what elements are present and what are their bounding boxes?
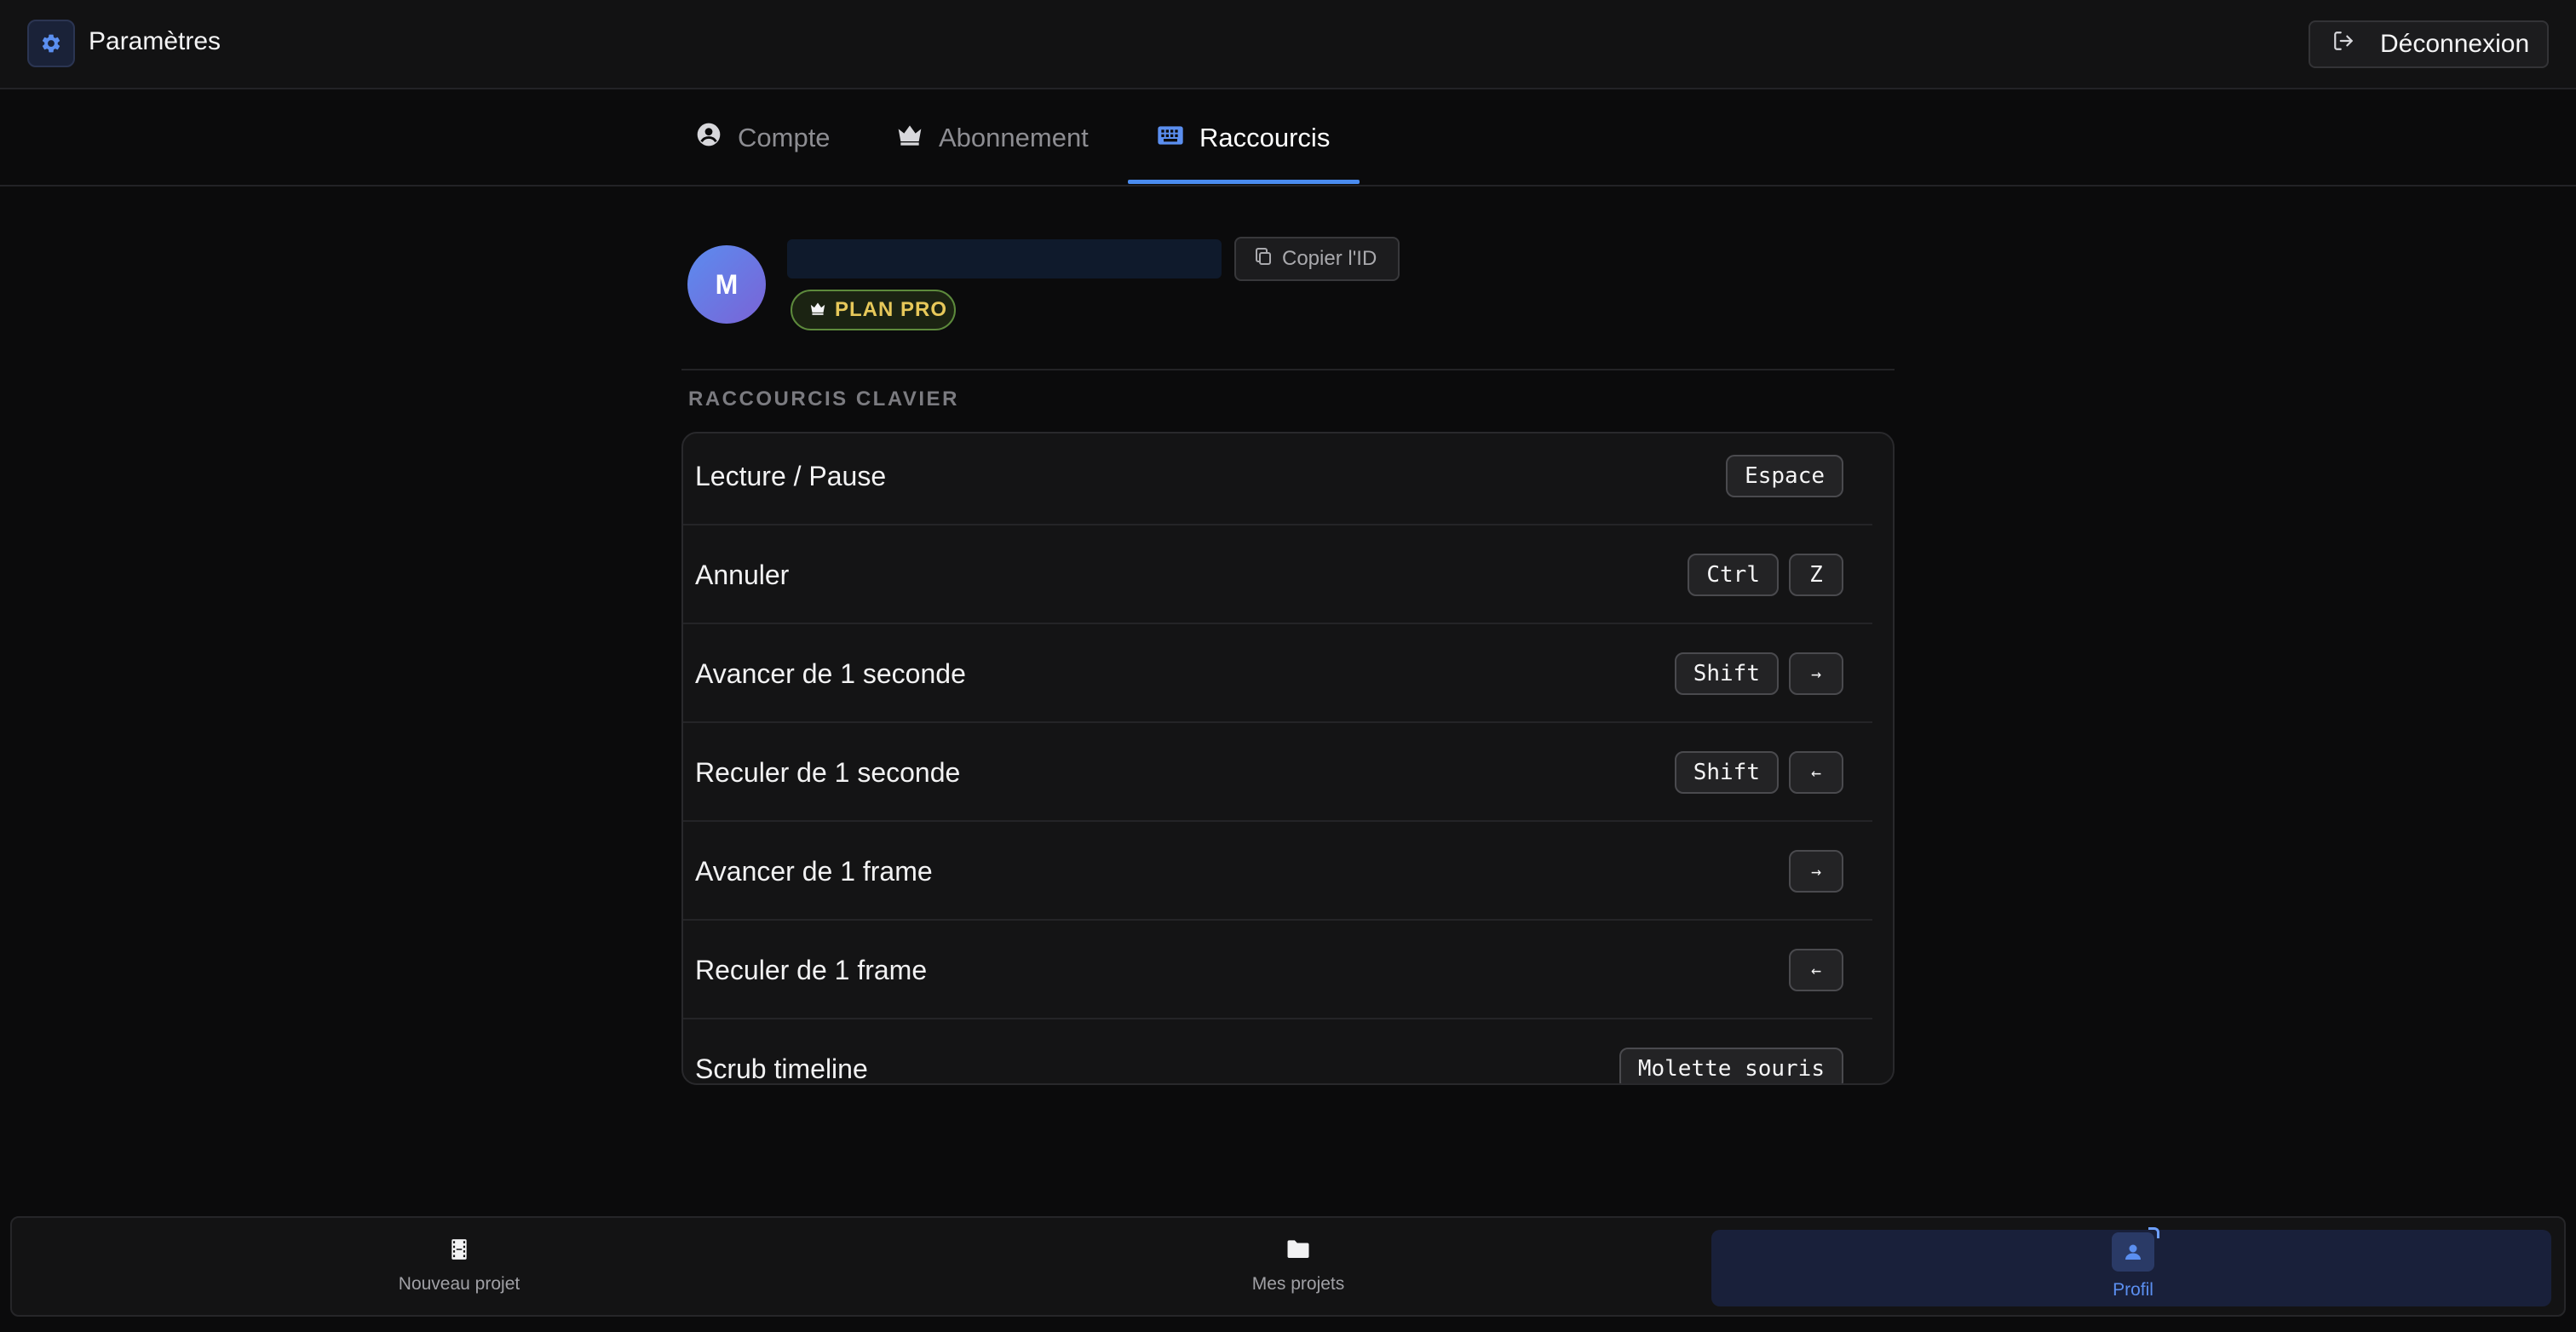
logout-button[interactable]: Déconnexion	[2309, 20, 2549, 68]
logout-icon	[2332, 30, 2355, 59]
bottom-nav: Nouveau projet Mes projets Profil	[10, 1216, 2566, 1317]
crown-icon	[896, 122, 923, 154]
tab-abonnement[interactable]: Abonnement	[896, 89, 1089, 187]
user-circle-icon	[695, 121, 722, 155]
key-badge: Shift	[1674, 652, 1779, 695]
plan-badge: PLAN PRO	[791, 290, 956, 330]
key-badge: ←	[1789, 751, 1843, 794]
shortcut-row: Reculer de 1 frame ←	[683, 921, 1872, 1019]
shortcut-row: Lecture / Pause Espace	[683, 433, 1872, 525]
key-badge: Z	[1789, 554, 1843, 596]
shortcut-row: Reculer de 1 seconde Shift ←	[683, 723, 1872, 822]
user-icon	[2112, 1227, 2159, 1272]
shortcut-label: Annuler	[695, 559, 790, 590]
shortcut-row: Avancer de 1 frame →	[683, 822, 1872, 921]
key-badge: Shift	[1674, 751, 1779, 794]
tab-label: Raccourcis	[1199, 123, 1331, 152]
section-divider	[681, 369, 1895, 370]
shortcuts-list[interactable]: Lecture / Pause Espace Annuler Ctrl Z Av…	[681, 432, 1895, 1085]
page-title: Paramètres	[89, 27, 221, 55]
shortcut-label: Avancer de 1 frame	[695, 855, 933, 887]
folder-icon	[1285, 1238, 1311, 1266]
shortcut-label: Reculer de 1 frame	[695, 954, 928, 985]
key-badge: Molette souris	[1619, 1048, 1843, 1083]
settings-tabs: Compte Abonnement Raccourcis	[0, 89, 2576, 187]
shortcut-label: Reculer de 1 seconde	[695, 756, 961, 788]
shortcut-row: Avancer de 1 seconde Shift →	[683, 624, 1872, 723]
nav-item-profil[interactable]: Profil	[2048, 1218, 2218, 1315]
avatar: M	[687, 245, 766, 324]
keyboard-icon	[1157, 123, 1184, 153]
key-badge: →	[1789, 652, 1843, 695]
crown-icon	[809, 298, 826, 322]
top-bar: Paramètres Déconnexion	[0, 0, 2576, 89]
user-id-field	[787, 239, 1222, 278]
logout-label: Déconnexion	[2380, 30, 2530, 58]
copy-id-button[interactable]: Copier l'ID	[1234, 237, 1400, 281]
key-badge: →	[1789, 850, 1843, 893]
nav-label: Profil	[2113, 1280, 2153, 1300]
shortcut-row: Scrub timeline Molette souris	[683, 1019, 1872, 1084]
tab-raccourcis[interactable]: Raccourcis	[1157, 89, 1330, 187]
gear-icon	[27, 20, 75, 67]
key-badge: Ctrl	[1688, 554, 1779, 596]
copy-id-label: Copier l'ID	[1282, 247, 1377, 270]
film-icon	[450, 1238, 469, 1266]
tab-label: Compte	[738, 123, 831, 152]
shortcut-label: Scrub timeline	[695, 1053, 868, 1084]
section-title: RACCOURCIS CLAVIER	[688, 388, 959, 411]
shortcut-label: Avancer de 1 seconde	[695, 657, 966, 689]
nav-label: Mes projets	[1251, 1274, 1345, 1294]
nav-label: Nouveau projet	[398, 1274, 520, 1294]
nav-item-mes-projets[interactable]: Mes projets	[1205, 1218, 1392, 1315]
active-tab-indicator	[1128, 180, 1360, 184]
copy-icon	[1253, 246, 1274, 273]
nav-item-nouveau-projet[interactable]: Nouveau projet	[370, 1218, 549, 1315]
shortcut-label: Lecture / Pause	[695, 460, 887, 491]
tab-label: Abonnement	[939, 123, 1089, 152]
shortcut-row: Annuler Ctrl Z	[683, 525, 1872, 624]
plan-label: PLAN PRO	[835, 298, 948, 321]
key-badge: ←	[1789, 949, 1843, 991]
key-badge: Espace	[1726, 455, 1843, 497]
tab-compte[interactable]: Compte	[695, 89, 831, 187]
